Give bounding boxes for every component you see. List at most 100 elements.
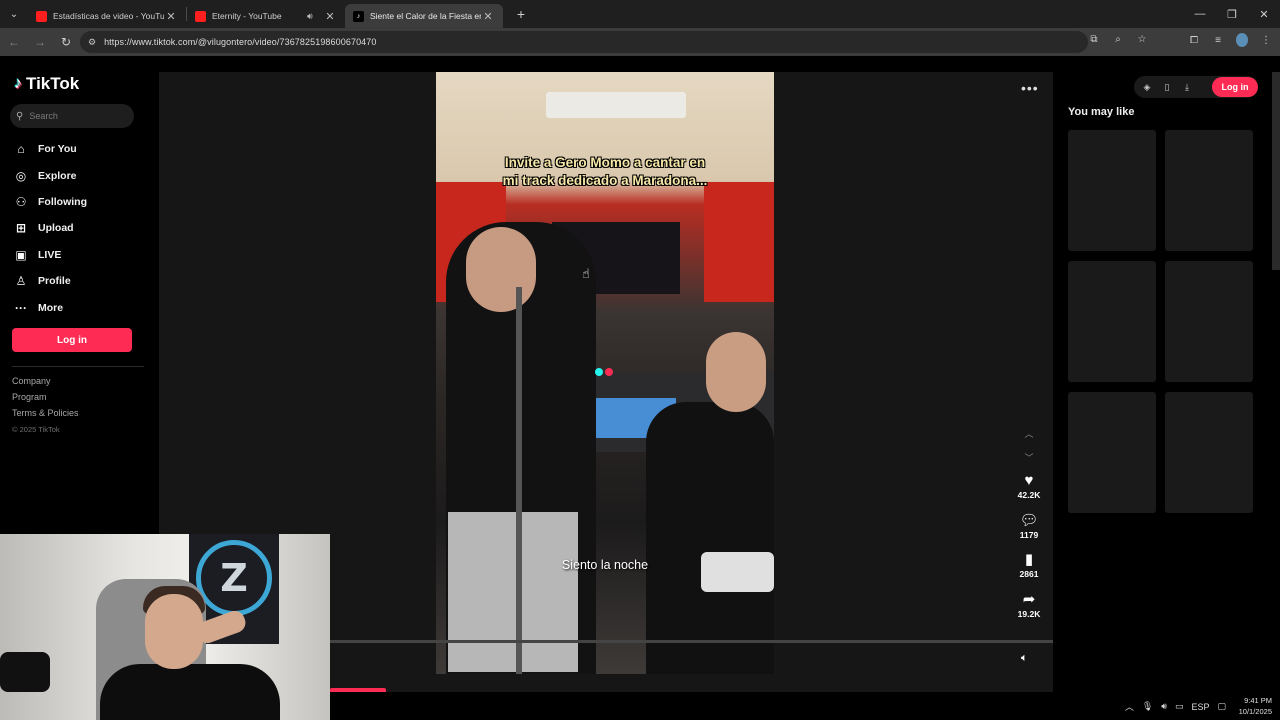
recommendations-grid (1068, 130, 1253, 513)
woman-figure-image (646, 402, 774, 674)
next-video-icon[interactable]: ﹀ (1023, 446, 1035, 470)
browser-tab-1[interactable]: Estadísticas de video - YouTube ✕ (28, 4, 186, 28)
coin-icon[interactable]: ◈ (1142, 82, 1152, 93)
webcam-overlay: Z (0, 534, 330, 720)
recommendation-thumbnail[interactable] (1068, 392, 1156, 513)
screen: ⌄ Estadísticas de video - YouTube ✕ Eter… (0, 0, 1280, 720)
youtube-icon (195, 10, 206, 22)
logo-text: TikTok (26, 74, 80, 93)
speaker-icon[interactable]: 🔊︎ (307, 11, 319, 22)
shorts-image (448, 512, 578, 672)
sidebar-footer: Company Program Terms & Policies © 2025 … (12, 376, 79, 441)
close-window-icon[interactable]: ✕ (1248, 0, 1280, 28)
sidebar-item-explore[interactable]: ◎ Explore (12, 162, 87, 188)
restore-icon[interactable]: ❐ (1216, 0, 1248, 28)
network-icon[interactable]: ▭ (1175, 701, 1184, 712)
menu-kebab-icon[interactable]: ⋮ (1260, 35, 1272, 46)
bookmark-star-icon[interactable]: ☆ (1136, 34, 1148, 45)
live-icon: ▣ (15, 247, 27, 262)
woman-head-image (706, 332, 766, 412)
share-action[interactable]: ➦ 19.2K (1011, 591, 1047, 631)
recommendation-thumbnail[interactable] (1068, 261, 1156, 382)
minimize-icon[interactable]: — (1184, 0, 1216, 28)
following-icon: ⚇ (15, 194, 27, 209)
comment-icon: 💬︎ (1019, 511, 1039, 529)
language-indicator[interactable]: ESP (1191, 702, 1209, 712)
like-action[interactable]: ♥ 42.2K (1011, 472, 1047, 512)
mobile-icon[interactable]: ▯ (1162, 82, 1172, 93)
sidebar-item-live[interactable]: ▣ LIVE (12, 242, 87, 268)
install-app-icon[interactable]: ⧉ (1088, 34, 1100, 45)
page-scrollbar[interactable] (1272, 72, 1280, 270)
sidebar-item-label: More (38, 301, 64, 314)
tiktok-logo[interactable]: ♪ TikTok (14, 74, 79, 94)
loading-dots (595, 368, 613, 376)
site-info-icon[interactable]: ⚙ (88, 37, 96, 48)
recommendation-thumbnail[interactable] (1165, 392, 1253, 513)
search-input[interactable] (29, 111, 120, 121)
sidebar-item-following[interactable]: ⚇ Following (12, 189, 87, 215)
zoom-icon[interactable]: ⌕ (1112, 34, 1124, 45)
tab-title: Siente el Calor de la Fiesta en A (370, 11, 481, 21)
sidebar-item-for-you[interactable]: ⌂ For You (12, 136, 87, 162)
share-count: 19.2K (1017, 608, 1041, 619)
login-button[interactable]: Log in (12, 328, 132, 352)
recommendation-thumbnail[interactable] (1068, 130, 1156, 251)
browser-tab-2[interactable]: Eternity - YouTube 🔊︎ ✕ (187, 4, 345, 28)
search-box[interactable]: ⚲ (10, 104, 134, 128)
close-tab-icon[interactable]: ✕ (323, 10, 337, 23)
notification-icon[interactable]: ▢ (1217, 701, 1226, 712)
recommendation-thumbnail[interactable] (1165, 261, 1253, 382)
footer-link-company[interactable]: Company (12, 376, 79, 392)
top-right-actions: ◈ ▯ ⤓ Log in (1134, 76, 1258, 98)
air-conditioner-image (546, 92, 686, 118)
tab-search-icon[interactable]: ⌄ (0, 0, 28, 28)
close-tab-icon[interactable]: ✕ (164, 10, 178, 23)
sidebar-item-label: LIVE (38, 248, 62, 261)
microphone-icon[interactable]: 🎙︎ (1142, 701, 1153, 712)
bookmark-icon: ▮ (1024, 551, 1034, 568)
extensions-icon[interactable]: ⧠ (1188, 35, 1200, 46)
browser-tab-3[interactable]: ♪ Siente el Calor de la Fiesta en A ✕ (345, 4, 503, 28)
sidebar-item-label: For You (38, 143, 77, 156)
video-frame[interactable]: Invite a Gero Momo a cantar en mi track … (436, 72, 774, 674)
clock-date: 10/1/2025 (1238, 707, 1272, 716)
close-tab-icon[interactable]: ✕ (481, 10, 495, 23)
comment-count: 1179 (1019, 529, 1039, 540)
login-button-top[interactable]: Log in (1212, 77, 1258, 97)
recommendation-thumbnail[interactable] (1165, 130, 1253, 251)
sidebar-item-label: Profile (38, 275, 71, 288)
previous-video-icon[interactable]: ︿ (1023, 422, 1035, 446)
footer-link-program[interactable]: Program (12, 392, 79, 408)
new-tab-icon[interactable]: + (509, 6, 533, 22)
volume-icon[interactable]: 🔈︎ (1021, 652, 1028, 665)
footer-link-terms[interactable]: Terms & Policies (12, 408, 79, 424)
taskbar: ︿ 🎙︎ 🔊︎ ▭ ESP ▢ 9:41 PM 10/1/2025 (330, 692, 1280, 720)
sidebar-item-profile[interactable]: ♙ Profile (12, 268, 87, 294)
volume-tray-icon[interactable]: 🔊︎ (1161, 701, 1167, 712)
bookmark-count: 2861 (1019, 569, 1039, 579)
profile-avatar-icon[interactable] (1236, 33, 1248, 47)
video-nav: ︿ ﹀ (1023, 422, 1035, 470)
upload-icon: ⊞ (15, 221, 27, 236)
media-control-icon[interactable]: ≡ (1212, 35, 1224, 46)
sidebar-item-upload[interactable]: ⊞ Upload (12, 215, 87, 241)
heart-icon: ♥ (1024, 472, 1034, 489)
microphone-image (0, 652, 50, 692)
bookmark-action[interactable]: ▮ 2861 (1011, 551, 1047, 591)
address-bar[interactable]: ⚙ https://www.tiktok.com/@vilugontero/vi… (80, 31, 1088, 53)
right-panel: ◈ ▯ ⤓ Log in You may like (1060, 72, 1280, 692)
clock[interactable]: 9:41 PM 10/1/2025 (1239, 695, 1272, 717)
search-icon: ⚲ (16, 110, 24, 122)
tray-expand-icon[interactable]: ︿ (1125, 700, 1134, 713)
more-options-icon[interactable]: ••• (1021, 80, 1039, 96)
video-progress-bar[interactable] (330, 640, 1053, 643)
streamer-shirt-image (100, 664, 280, 720)
sidebar-item-more[interactable]: ··· More (12, 294, 87, 320)
comment-action[interactable]: 💬︎ 1179 (1011, 512, 1047, 552)
forward-arrow-icon[interactable]: → (28, 30, 52, 54)
reload-icon[interactable]: ↻ (54, 30, 78, 54)
back-arrow-icon[interactable]: ← (2, 30, 26, 54)
sidebar-item-label: Following (38, 195, 87, 208)
download-icon[interactable]: ⤓ (1182, 82, 1192, 93)
